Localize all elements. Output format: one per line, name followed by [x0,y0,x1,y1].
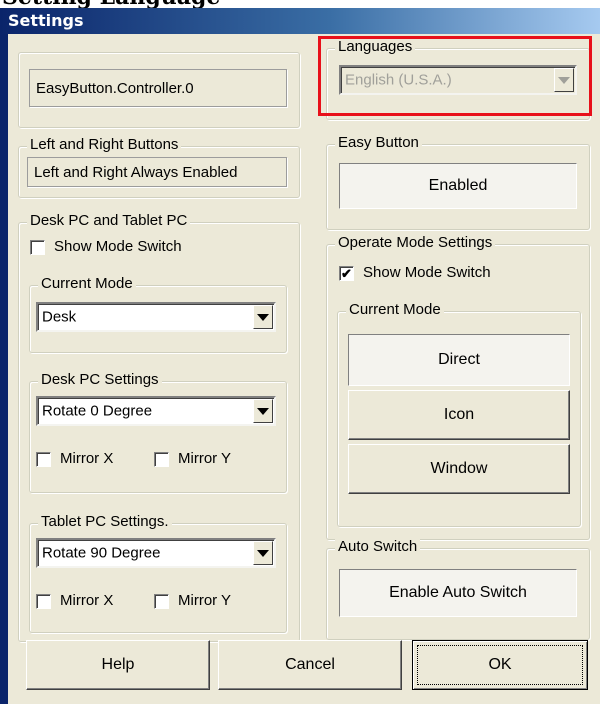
chevron-down-icon [558,76,570,84]
desk-current-mode-legend: Current Mode [38,275,136,292]
desk-mirror-x-checkbox[interactable] [36,452,51,467]
easy-button-legend: Easy Button [335,134,422,151]
desk-current-mode-select[interactable]: Desk [36,302,276,332]
tablet-mirror-x-checkbox[interactable] [36,594,51,609]
window-title: Settings [8,11,84,30]
controller-name: EasyButton.Controller.0 [29,69,287,107]
left-right-legend: Left and Right Buttons [27,136,182,153]
desk-rotation-value: Rotate 0 Degree [42,402,153,420]
desk-mirror-y-label[interactable]: Mirror Y [178,450,231,467]
desk-pc-settings-legend: Desk PC Settings [38,371,162,388]
language-selected-value: English (U.S.A.) [345,71,452,89]
left-right-value: Left and Right Always Enabled [27,157,287,187]
desk-show-mode-switch-checkbox[interactable] [30,240,45,255]
desk-tablet-group: Desk PC and Tablet PC Show Mode Switch C… [18,212,300,642]
chevron-down-icon [257,313,269,321]
ok-button[interactable]: OK [412,640,588,690]
easy-button-group: Easy Button Enabled [326,134,590,230]
left-right-group: Left and Right Buttons Left and Right Al… [18,136,300,198]
tablet-mirror-x-label[interactable]: Mirror X [60,592,113,609]
easy-button-toggle[interactable]: Enabled [339,163,577,209]
mode-window-button[interactable]: Window [348,444,570,494]
operate-show-mode-switch-checkbox[interactable]: ✔ [339,266,354,281]
auto-switch-group: Auto Switch Enable Auto Switch [326,538,590,640]
desk-mirror-x-label[interactable]: Mirror X [60,450,113,467]
cancel-button[interactable]: Cancel [218,640,402,690]
desk-current-mode-value: Desk [42,308,77,326]
help-button[interactable]: Help [26,640,210,690]
controller-group: EasyButton.Controller.0 [18,52,300,128]
desk-show-mode-switch-label[interactable]: Show Mode Switch [54,238,182,255]
tablet-rotation-value: Rotate 90 Degree [42,544,161,562]
chevron-down-icon [257,549,269,557]
dialog-client-area: EasyButton.Controller.0 Languages Englis… [8,34,600,704]
title-bar[interactable]: Settings [0,8,600,34]
operate-current-mode-group: Current Mode Direct Icon Window [337,301,581,527]
language-dropdown-button[interactable] [554,68,574,92]
languages-legend: Languages [335,38,416,55]
tablet-pc-settings-group: Tablet PC Settings. Rotate 90 Degree Mir… [29,513,287,633]
desk-current-mode-dropdown-button[interactable] [253,305,273,329]
desk-rotation-dropdown-button[interactable] [253,399,273,423]
desk-rotation-select[interactable]: Rotate 0 Degree [36,396,276,426]
tablet-mirror-y-label[interactable]: Mirror Y [178,592,231,609]
operate-show-mode-switch-label[interactable]: Show Mode Switch [363,264,491,281]
operate-mode-group: Operate Mode Settings ✔ Show Mode Switch… [326,234,590,540]
language-select[interactable]: English (U.S.A.) [339,65,577,95]
desk-pc-settings-group: Desk PC Settings Rotate 0 Degree Mirror … [29,371,287,493]
tablet-rotation-dropdown-button[interactable] [253,541,273,565]
mode-direct-button[interactable]: Direct [348,334,570,386]
desk-current-mode-group: Current Mode Desk [29,275,287,353]
chevron-down-icon [257,407,269,415]
ok-focus-ring [417,645,583,685]
mode-icon-button[interactable]: Icon [348,390,570,440]
page-heading: Setting Language [2,0,220,8]
tablet-mirror-y-checkbox[interactable] [154,594,169,609]
tablet-pc-settings-legend: Tablet PC Settings. [38,513,172,530]
desk-mirror-y-checkbox[interactable] [154,452,169,467]
enable-auto-switch-button[interactable]: Enable Auto Switch [339,569,577,617]
desk-tablet-legend: Desk PC and Tablet PC [27,212,191,229]
checkmark-icon: ✔ [341,266,352,281]
auto-switch-legend: Auto Switch [335,538,421,555]
operate-mode-legend: Operate Mode Settings [335,234,496,251]
tablet-rotation-select[interactable]: Rotate 90 Degree [36,538,276,568]
operate-current-mode-legend: Current Mode [346,301,444,318]
languages-group: Languages English (U.S.A.) [326,38,590,120]
